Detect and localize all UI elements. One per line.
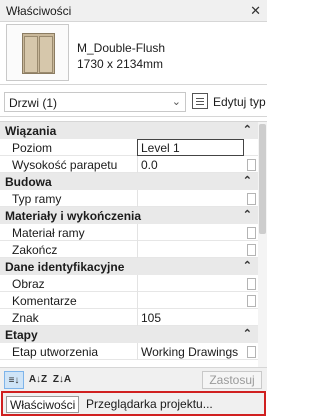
parameter-link-button[interactable] xyxy=(247,159,256,171)
property-label: Poziom xyxy=(12,141,53,155)
category-label: Etapy xyxy=(5,328,38,342)
parameter-link-button[interactable] xyxy=(247,227,256,239)
property-label: Materiał ramy xyxy=(12,226,85,240)
property-label: Zakończ xyxy=(12,243,58,257)
property-row[interactable]: Poziom Level 1 xyxy=(0,139,258,156)
property-value[interactable]: Level 1 xyxy=(141,141,180,155)
double-door-icon xyxy=(6,24,69,81)
property-label: Komentarze xyxy=(12,294,77,308)
parameter-link-button[interactable] xyxy=(247,278,256,290)
tab-project-browser[interactable]: Przeglądarka projektu... xyxy=(83,396,216,413)
property-label: Typ ramy xyxy=(12,192,62,206)
category-header[interactable]: Dane identyfikacyjne ⌃ xyxy=(0,258,258,275)
property-label: Obraz xyxy=(12,277,45,291)
panel-titlebar: Właściwości ✕ xyxy=(0,0,267,22)
property-row[interactable]: Etap utworzenia Working Drawings xyxy=(0,343,258,360)
close-icon[interactable]: ✕ xyxy=(250,3,261,19)
type-selector[interactable]: M_Double-Flush 1730 x 2134mm xyxy=(0,22,267,85)
instance-row: Drzwi (1) ⌄ Edytuj typ xyxy=(0,85,267,117)
property-label: Znak xyxy=(12,311,39,325)
edit-type-button[interactable]: Edytuj typ xyxy=(192,92,272,112)
property-row[interactable]: Wysokość parapetu 0.0 xyxy=(0,156,258,173)
collapse-icon[interactable]: ⌃ xyxy=(243,123,252,136)
property-row[interactable]: Materiał ramy xyxy=(0,224,258,241)
category-header[interactable]: Materiały i wykończenia ⌃ xyxy=(0,207,258,224)
property-value[interactable]: 105 xyxy=(141,311,161,325)
category-label: Materiały i wykończenia xyxy=(5,209,142,223)
category-header[interactable]: Wiązania ⌃ xyxy=(0,122,258,139)
apply-button[interactable]: Zastosuj xyxy=(202,371,262,389)
panel-title: Właściwości xyxy=(6,4,72,18)
property-row[interactable]: Typ ramy xyxy=(0,190,258,207)
edit-type-icon xyxy=(192,93,208,109)
tab-properties[interactable]: Właściwości xyxy=(6,396,80,413)
type-name: M_Double-Flush xyxy=(77,41,166,55)
sort-ascending-icon[interactable]: A↓Z xyxy=(28,371,48,389)
parameter-link-button[interactable] xyxy=(247,295,256,307)
edit-type-label: Edytuj typ xyxy=(213,95,266,109)
property-row[interactable]: Obraz xyxy=(0,275,258,292)
category-label: Dane identyfikacyjne xyxy=(5,260,125,274)
category-label: Wiązania xyxy=(5,124,57,138)
panel-tab-bar: Właściwości Przeglądarka projektu... xyxy=(1,391,266,416)
category-header[interactable]: Etapy ⌃ xyxy=(0,326,258,343)
parameter-link-button[interactable] xyxy=(247,244,256,256)
collapse-icon[interactable]: ⌃ xyxy=(243,208,252,221)
category-label: Budowa xyxy=(5,175,52,189)
property-row[interactable]: Komentarze xyxy=(0,292,258,309)
vertical-scrollbar[interactable] xyxy=(258,122,267,367)
properties-toolbar: ≡↓ A↓Z Z↓A Zastosuj xyxy=(0,367,267,391)
collapse-icon[interactable]: ⌃ xyxy=(243,259,252,272)
chevron-down-icon: ⌄ xyxy=(171,96,181,108)
property-label: Wysokość parapetu xyxy=(12,158,118,172)
parameter-link-button[interactable] xyxy=(247,193,256,205)
instance-filter-dropdown[interactable]: Drzwi (1) ⌄ xyxy=(4,92,186,112)
sort-categorized-icon[interactable]: ≡↓ xyxy=(4,371,24,389)
collapse-icon[interactable]: ⌃ xyxy=(243,327,252,340)
property-label: Etap utworzenia xyxy=(12,345,99,359)
property-row[interactable]: Zakończ xyxy=(0,241,258,258)
instance-filter-value: Drzwi (1) xyxy=(9,96,57,110)
property-value[interactable]: Working Drawings xyxy=(141,345,238,359)
scrollbar-thumb[interactable] xyxy=(259,124,266,234)
properties-grid: Wiązania ⌃ Poziom Level 1 Wysokość parap… xyxy=(0,121,267,367)
collapse-icon[interactable]: ⌃ xyxy=(243,174,252,187)
property-row[interactable]: Znak 105 xyxy=(0,309,258,326)
type-size: 1730 x 2134mm xyxy=(77,57,164,71)
property-value[interactable]: 0.0 xyxy=(141,158,158,172)
sort-descending-icon[interactable]: Z↓A xyxy=(52,371,72,389)
category-header[interactable]: Budowa ⌃ xyxy=(0,173,258,190)
parameter-link-button[interactable] xyxy=(247,346,256,358)
